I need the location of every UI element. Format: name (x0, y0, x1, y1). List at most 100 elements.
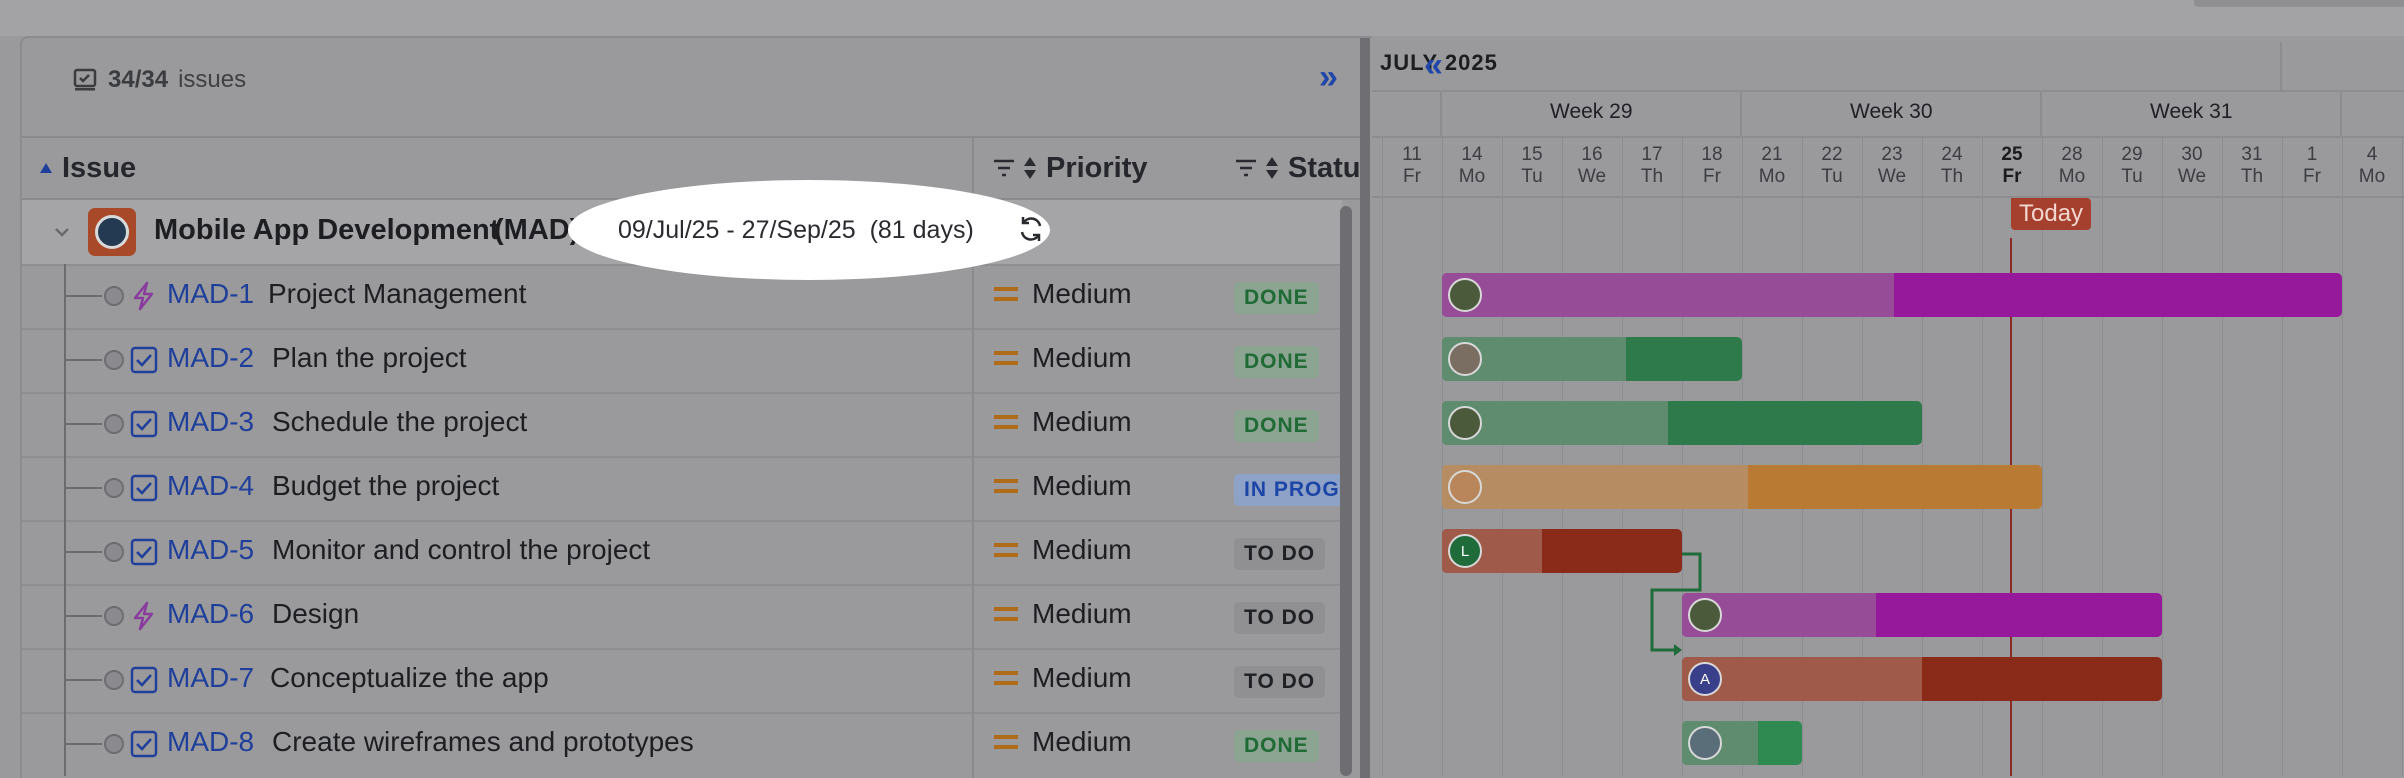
priority-medium-icon (994, 607, 1018, 621)
table-row[interactable]: MAD-7 Conceptualize the app Medium TO DO (22, 648, 1342, 714)
gantt-bar-mad-5[interactable]: L (1442, 529, 1682, 573)
day-header: 28 Mo (2042, 144, 2102, 188)
status-column-header[interactable]: Statu (1234, 138, 1361, 198)
table-row[interactable]: MAD-1 Project Management Medium DONE (22, 264, 1342, 330)
tree-connector (64, 423, 102, 425)
panel-resize-handle[interactable] (1360, 38, 1370, 778)
issue-summary[interactable]: Monitor and control the project (272, 534, 650, 566)
tree-connector (64, 487, 102, 489)
table-row[interactable]: MAD-4 Budget the project Medium IN PROG (22, 456, 1350, 522)
priority-column-header[interactable]: Priority (992, 138, 1148, 198)
table-row[interactable]: MAD-6 Design Medium TO DO (22, 584, 1342, 650)
gantt-panel: 34/34 issues » Issue Priority Statu Mobi… (20, 36, 1372, 778)
status-badge[interactable]: IN PROG (1234, 474, 1350, 506)
priority-label: Medium (1032, 662, 1132, 693)
grid-line (1372, 90, 2404, 92)
priority-cell: Medium (994, 406, 1132, 438)
week-label: Week 30 (1850, 100, 1933, 123)
issues-icon (73, 68, 97, 91)
collapse-panel-button[interactable]: » (1319, 58, 1338, 97)
status-badge[interactable]: DONE (1234, 410, 1319, 442)
table-row[interactable]: MAD-3 Schedule the project Medium DONE (22, 392, 1342, 458)
day-number: 23 (1881, 144, 1903, 165)
table-row[interactable]: MAD-2 Plan the project Medium DONE (22, 328, 1342, 394)
gantt-bar-mad-1[interactable] (1442, 273, 2342, 317)
day-header: 1 Fr (2282, 144, 2342, 188)
gantt-bar-mad-4[interactable] (1442, 465, 2042, 509)
refresh-icon[interactable] (1016, 214, 1046, 244)
filter-icon[interactable] (992, 157, 1016, 179)
dot-icon (104, 542, 124, 562)
issue-key[interactable]: MAD-4 (167, 470, 254, 502)
issue-key[interactable]: MAD-7 (167, 662, 254, 694)
top-right-control[interactable] (2194, 0, 2404, 7)
dot-icon (104, 414, 124, 434)
issue-key[interactable]: MAD-8 (167, 726, 254, 758)
day-number: 15 (1521, 144, 1543, 165)
priority-medium-icon (994, 415, 1018, 429)
issue-column-header[interactable]: Issue (38, 138, 136, 198)
gantt-bar-mad-3[interactable] (1442, 401, 1922, 445)
priority-cell: Medium (994, 534, 1132, 566)
issue-key[interactable]: MAD-6 (167, 598, 254, 630)
project-dates: 09/Jul/25 - 27/Sep/25 (618, 216, 856, 244)
table-row[interactable]: MAD-8 Create wireframes and prototypes M… (22, 712, 1342, 776)
grid-line (1502, 136, 1503, 776)
gantt-bar-mad-8[interactable] (1682, 721, 1802, 765)
grid-line (2222, 136, 2223, 776)
task-icon (130, 538, 158, 566)
issue-key[interactable]: MAD-3 (167, 406, 254, 438)
task-icon (130, 730, 158, 758)
issue-summary[interactable]: Budget the project (272, 470, 499, 502)
issue-summary[interactable]: Plan the project (272, 342, 467, 374)
issue-summary[interactable]: Create wireframes and prototypes (272, 726, 694, 758)
issue-summary[interactable]: Conceptualize the app (270, 662, 549, 694)
tree-connector (64, 679, 102, 681)
priority-cell: Medium (994, 662, 1132, 694)
issue-key[interactable]: MAD-2 (167, 342, 254, 374)
dot-icon (104, 478, 124, 498)
grid-line (2280, 42, 2282, 92)
day-number: 31 (2241, 144, 2263, 165)
grid-line (1372, 196, 2404, 198)
status-badge[interactable]: TO DO (1234, 538, 1326, 570)
grid-line (2162, 136, 2163, 776)
priority-cell: Medium (994, 726, 1132, 758)
chevron-down-icon[interactable] (52, 222, 72, 242)
project-avatar (88, 208, 136, 256)
gantt-bar-mad-2[interactable] (1442, 337, 1742, 381)
day-number: 16 (1581, 144, 1603, 165)
day-header: 11 Fr (1382, 144, 1442, 188)
grid-line (2342, 136, 2343, 776)
issue-count-value: 34/34 (108, 66, 169, 93)
gantt-bar-mad-6[interactable] (1682, 593, 2162, 637)
status-badge[interactable]: DONE (1234, 282, 1319, 314)
filter-icon[interactable] (1234, 157, 1258, 179)
status-badge[interactable]: TO DO (1234, 602, 1326, 634)
priority-column-label: Priority (1046, 151, 1148, 184)
issue-summary[interactable]: Project Management (268, 278, 526, 310)
issue-summary[interactable]: Schedule the project (272, 406, 527, 438)
priority-medium-icon (994, 543, 1018, 557)
day-header: 22 Tu (1802, 144, 1862, 188)
status-badge[interactable]: TO DO (1234, 666, 1326, 698)
status-badge[interactable]: DONE (1234, 346, 1319, 378)
header-divider (22, 136, 1362, 138)
gantt-bar-mad-7[interactable]: A (1682, 657, 2162, 701)
priority-cell: Medium (994, 278, 1132, 310)
day-number: 30 (2181, 144, 2203, 165)
scroll-left-button[interactable]: « (1424, 46, 1443, 85)
table-row[interactable]: MAD-5 Monitor and control the project Me… (22, 520, 1342, 586)
priority-cell: Medium (994, 470, 1132, 502)
sort-icon[interactable] (1022, 155, 1038, 181)
sort-icon[interactable] (1264, 155, 1280, 181)
day-of-week: We (1577, 166, 1607, 187)
week-label: Week 31 (2150, 100, 2233, 123)
dot-icon (104, 734, 124, 754)
issue-key[interactable]: MAD-5 (167, 534, 254, 566)
vertical-scrollbar[interactable] (1340, 206, 1352, 776)
issue-key[interactable]: MAD-1 (167, 278, 254, 310)
status-badge[interactable]: DONE (1234, 730, 1319, 762)
issue-summary[interactable]: Design (272, 598, 359, 630)
top-bar (0, 0, 2404, 36)
